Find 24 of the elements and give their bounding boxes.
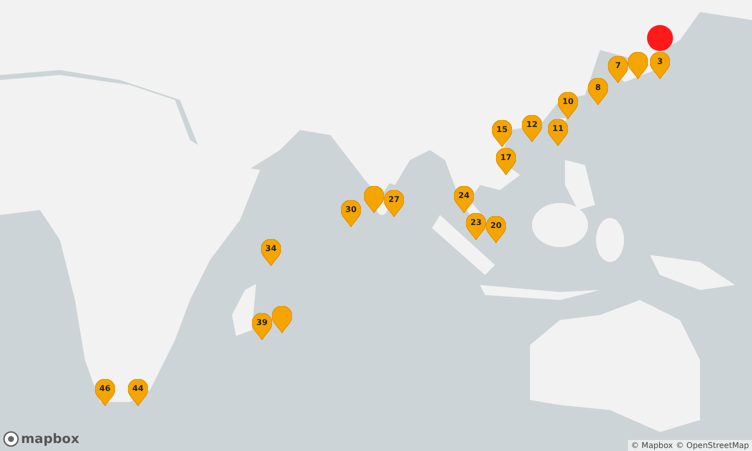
map-marker[interactable]: 17 bbox=[496, 148, 516, 175]
map-marker[interactable]: 24 bbox=[454, 186, 474, 213]
map-marker[interactable]: 7 bbox=[608, 56, 628, 83]
map-marker[interactable]: 3 bbox=[650, 52, 670, 79]
map-pin-icon[interactable] bbox=[364, 186, 384, 213]
map-marker[interactable]: 34 bbox=[261, 239, 281, 266]
map-pin-icon[interactable] bbox=[628, 52, 648, 79]
map-marker[interactable]: 46 bbox=[95, 379, 115, 406]
map-marker[interactable]: 12 bbox=[522, 115, 542, 142]
logo-icon bbox=[3, 431, 19, 447]
map-marker[interactable]: 39 bbox=[252, 313, 272, 340]
map-marker[interactable]: 15 bbox=[492, 120, 512, 147]
attribution-link[interactable]: © Mapbox bbox=[631, 441, 673, 450]
map-marker[interactable]: 23 bbox=[466, 213, 486, 240]
map-marker[interactable]: 27 bbox=[384, 190, 404, 217]
attribution-link[interactable]: © OpenStreetMap bbox=[676, 441, 749, 450]
logo-text: mapbox bbox=[21, 432, 80, 446]
map-pin-icon[interactable] bbox=[272, 306, 292, 333]
map-marker[interactable]: 11 bbox=[548, 119, 568, 146]
map-marker[interactable]: 30 bbox=[341, 200, 361, 227]
map-marker[interactable]: 20 bbox=[486, 216, 506, 243]
map-marker[interactable]: 44 bbox=[128, 379, 148, 406]
map-marker[interactable]: 8 bbox=[588, 78, 608, 105]
map-marker[interactable]: 10 bbox=[558, 92, 578, 119]
